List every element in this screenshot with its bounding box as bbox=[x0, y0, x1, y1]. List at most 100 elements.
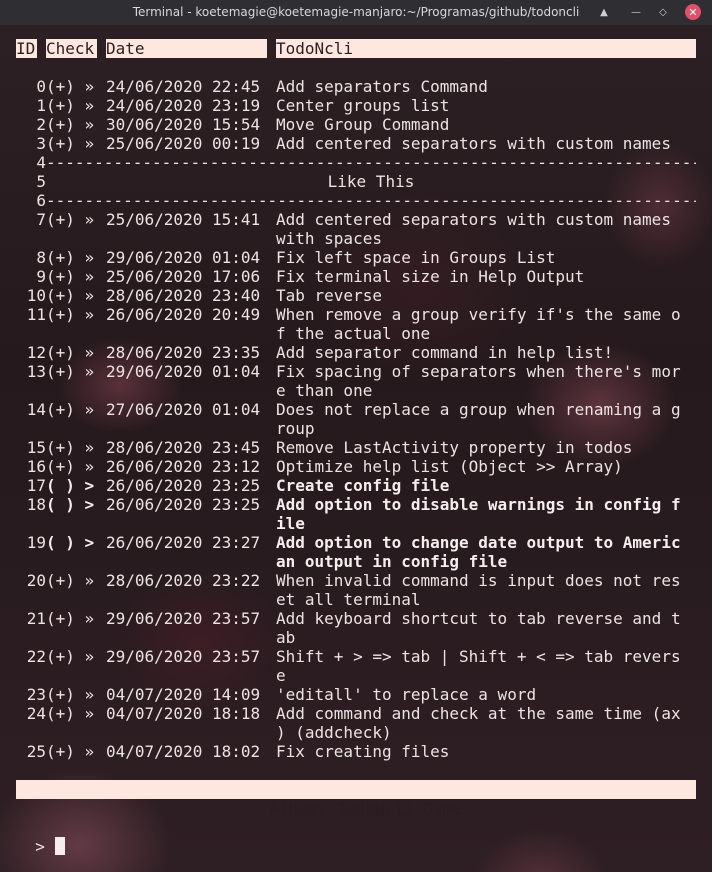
todo-row: 16 (+) » 26/06/2020 23:12 Optimize help lis… bbox=[16, 457, 696, 476]
todo-check: (+) » bbox=[46, 704, 95, 723]
todo-id: 9 bbox=[36, 267, 46, 286]
header-id: ID bbox=[16, 39, 37, 58]
todo-check: (+) » bbox=[46, 115, 95, 134]
todo-id: 19 bbox=[26, 533, 46, 552]
todo-text: Add option to change date output to Amer… bbox=[276, 533, 681, 552]
header-check: Check bbox=[46, 39, 97, 58]
todo-id: 25 bbox=[26, 742, 46, 761]
todo-check: (+) » bbox=[46, 742, 95, 761]
todo-row-continuation: ) (addcheck) bbox=[16, 723, 696, 742]
todo-text-wrap: an output in config file bbox=[276, 552, 508, 571]
todo-check: (+) » bbox=[46, 400, 95, 419]
todo-check: (+) » bbox=[46, 305, 95, 324]
todo-check: (+) » bbox=[46, 267, 95, 286]
group-tab[interactable]: TodoNcli bbox=[337, 799, 414, 818]
todo-check: (+) » bbox=[46, 96, 95, 115]
todo-id: 14 bbox=[26, 400, 46, 419]
group-tab[interactable]: Albums bbox=[269, 799, 327, 818]
todo-row: 23 (+) » 04/07/2020 14:09 'editall' to repl… bbox=[16, 685, 696, 704]
todo-id: 11 bbox=[26, 305, 46, 324]
todo-check: (+) » bbox=[46, 362, 95, 381]
separator-row: 4 ---------------------------------------… bbox=[16, 153, 696, 172]
todo-id: 10 bbox=[26, 286, 46, 305]
todo-id: 5 bbox=[36, 172, 46, 191]
todo-date: 29/06/2020 01:04 bbox=[106, 362, 261, 381]
todo-id: 7 bbox=[36, 210, 46, 229]
todo-date: 26/06/2020 23:12 bbox=[106, 457, 261, 476]
todo-date: 28/06/2020 23:40 bbox=[106, 286, 261, 305]
todo-text-wrap: e than one bbox=[276, 381, 373, 400]
todo-date: 04/07/2020 18:02 bbox=[106, 742, 261, 761]
command-prompt[interactable]: > bbox=[16, 818, 65, 856]
todo-date: 24/06/2020 22:45 bbox=[106, 77, 261, 96]
todo-row-continuation: ile bbox=[16, 514, 696, 533]
todo-row: 14 (+) » 27/06/2020 01:04 Does not replace … bbox=[16, 400, 696, 419]
todo-date: 26/06/2020 23:27 bbox=[106, 533, 261, 552]
todo-check: (+) » bbox=[46, 210, 95, 229]
todo-check: (+) » bbox=[46, 248, 95, 267]
todo-date: 26/06/2020 20:49 bbox=[106, 305, 261, 324]
close-icon[interactable]: ✕ bbox=[685, 4, 701, 20]
todo-text: Create config file bbox=[276, 476, 450, 495]
todo-text: Center groups list bbox=[276, 96, 450, 115]
todo-text-wrap: with spaces bbox=[276, 229, 382, 248]
todo-check: ( ) > bbox=[46, 533, 95, 552]
todo-id: 16 bbox=[26, 457, 46, 476]
todo-row: 12 (+) » 28/06/2020 23:35 Add separator com… bbox=[16, 343, 696, 362]
pin-icon[interactable]: ▲ bbox=[596, 4, 612, 20]
todo-row-continuation: with spaces bbox=[16, 229, 696, 248]
group-tab[interactable]: Game bbox=[423, 799, 462, 818]
todo-id: 23 bbox=[26, 685, 46, 704]
todo-date: 04/07/2020 18:18 bbox=[106, 704, 261, 723]
todo-row: 3 (+) » 25/06/2020 00:19 Add centered separ… bbox=[16, 134, 696, 153]
todo-date: 28/06/2020 23:22 bbox=[106, 571, 261, 590]
todo-text-wrap: e bbox=[276, 666, 286, 685]
todo-date: 29/06/2020 01:04 bbox=[106, 248, 261, 267]
todo-check: (+) » bbox=[46, 609, 95, 628]
todo-id: 0 bbox=[36, 77, 46, 96]
todo-row: 0 (+) » 24/06/2020 22:45 Add separators Com… bbox=[16, 77, 696, 96]
todo-date: 28/06/2020 23:45 bbox=[106, 438, 261, 457]
todo-row: 8 (+) » 29/06/2020 01:04 Fix left space in … bbox=[16, 248, 696, 267]
todo-text: Add command and check at the same time (… bbox=[276, 704, 681, 723]
separator-line: ----------------------------------------… bbox=[46, 191, 696, 210]
todo-text: When invalid command is input does not r… bbox=[276, 571, 681, 590]
todo-text: Move Group Command bbox=[276, 115, 450, 134]
todo-row: 17( ) > 26/06/2020 23:25 Create config fil… bbox=[16, 476, 696, 495]
todo-check: (+) » bbox=[46, 647, 95, 666]
todo-row-continuation: e bbox=[16, 666, 696, 685]
todo-text: Add option to disable warnings in config… bbox=[276, 495, 681, 514]
todo-date: 27/06/2020 01:04 bbox=[106, 400, 261, 419]
header-date: Date bbox=[106, 39, 267, 58]
separator-row: 6 ---------------------------------------… bbox=[16, 191, 696, 210]
todo-check: (+) » bbox=[46, 571, 95, 590]
todo-row-continuation: ab bbox=[16, 628, 696, 647]
todo-text: Fix spacing of separators when there's m… bbox=[276, 362, 681, 381]
todo-row: 7 (+) » 25/06/2020 15:41 Add centered separ… bbox=[16, 210, 696, 229]
todo-text: Add separators Command bbox=[276, 77, 488, 96]
todo-date: 24/06/2020 23:19 bbox=[106, 96, 261, 115]
maximize-icon[interactable]: ◇ bbox=[655, 4, 671, 20]
todo-text: Optimize help list (Object >> Array) bbox=[276, 457, 623, 476]
window-titlebar[interactable]: Terminal - koetemagie@koetemagie-manjaro… bbox=[0, 0, 712, 25]
minimize-icon[interactable]: — bbox=[628, 4, 644, 20]
todo-id: 8 bbox=[36, 248, 46, 267]
todo-date: 29/06/2020 23:57 bbox=[106, 647, 261, 666]
todo-text-wrap: ile bbox=[276, 514, 305, 533]
todo-text: Add centered separators with custom name… bbox=[276, 210, 671, 229]
todo-date: 26/06/2020 23:25 bbox=[106, 495, 261, 514]
todo-id: 2 bbox=[36, 115, 46, 134]
todo-row: 19( ) > 26/06/2020 23:27 Add option to cha… bbox=[16, 533, 696, 552]
todo-row: 9 (+) » 25/06/2020 17:06 Fix terminal size … bbox=[16, 267, 696, 286]
todo-row: 22 (+) » 29/06/2020 23:57 Shift + > => tab … bbox=[16, 647, 696, 666]
todo-check: (+) » bbox=[46, 685, 95, 704]
todo-row: 15 (+) » 28/06/2020 23:45 Remove LastActivi… bbox=[16, 438, 696, 457]
todo-id: 3 bbox=[36, 134, 46, 153]
todo-text-wrap: ) (addcheck) bbox=[276, 723, 392, 742]
todo-row: 10 (+) » 28/06/2020 23:40 Tab reverse bbox=[16, 286, 696, 305]
todo-id: 17 bbox=[26, 476, 46, 495]
todo-text-wrap: ab bbox=[276, 628, 296, 647]
todo-row-continuation: et all terminal bbox=[16, 590, 696, 609]
todo-row: 2 (+) » 30/06/2020 15:54 Move Group Command bbox=[16, 115, 696, 134]
